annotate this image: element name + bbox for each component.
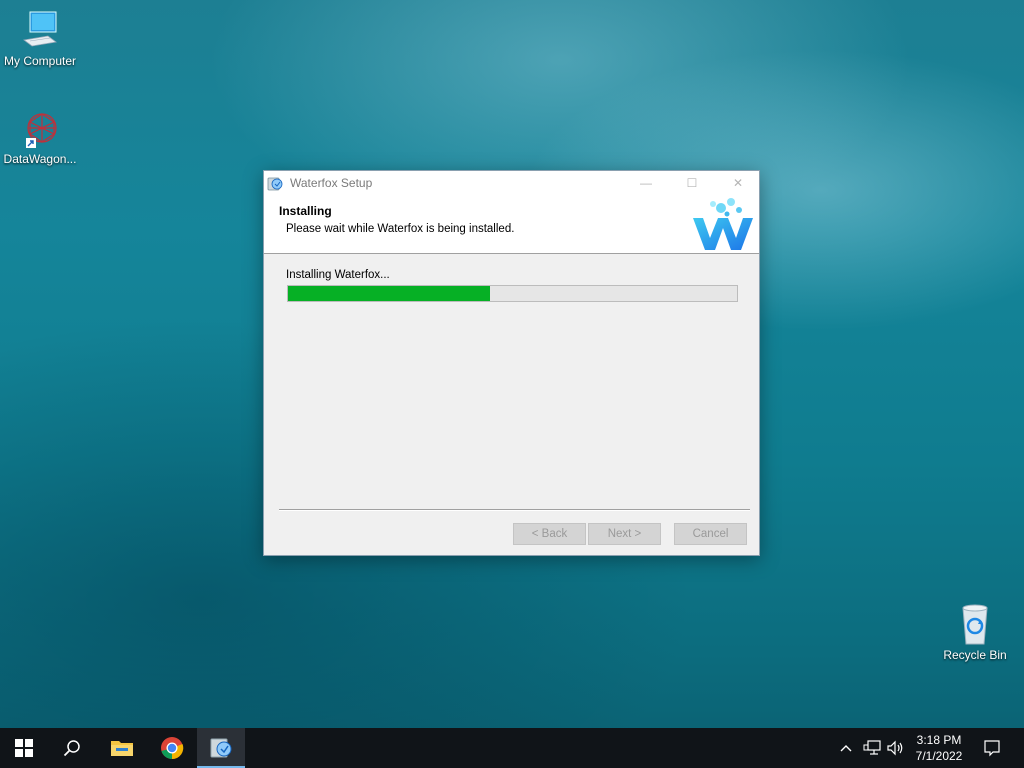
volume-icon[interactable]: [884, 728, 906, 768]
install-progress-bar: [287, 285, 738, 302]
search-icon[interactable]: [48, 728, 96, 768]
datawagon-shortcut-icon: [16, 106, 64, 150]
install-status-text: Installing Waterfox...: [286, 269, 390, 281]
header-title: Installing: [279, 204, 332, 218]
next-button[interactable]: Next >: [588, 523, 661, 545]
recycle-bin-icon: [951, 602, 999, 646]
title-bar[interactable]: Waterfox Setup — ☐ ✕: [264, 171, 759, 194]
start-icon[interactable]: [0, 728, 48, 768]
file-explorer-icon[interactable]: [98, 728, 146, 768]
waterfox-logo-icon: [687, 194, 759, 254]
setup-app-icon: [267, 175, 283, 191]
desktop-icon-datawagon[interactable]: DataWagon...: [0, 106, 80, 166]
network-icon[interactable]: [860, 728, 884, 768]
header-subtitle: Please wait while Waterfox is being inst…: [286, 223, 515, 235]
desktop-icon-label: Recycle Bin: [943, 648, 1007, 662]
setup-dialog: Waterfox Setup — ☐ ✕ Installing Please w…: [263, 170, 760, 556]
divider: [279, 509, 750, 511]
desktop-icon-label: My Computer: [3, 54, 77, 68]
desktop-icon-label: DataWagon...: [3, 152, 77, 166]
dialog-header: Installing Please wait while Waterfox is…: [264, 194, 759, 254]
clock-time: 3:18 PM: [916, 733, 962, 747]
close-button[interactable]: ✕: [715, 171, 761, 194]
window-title: Waterfox Setup: [290, 175, 373, 190]
minimize-button[interactable]: —: [623, 171, 669, 194]
clock-date: 7/1/2022: [915, 749, 963, 763]
chevron-up-icon[interactable]: [836, 728, 856, 768]
desktop-icon-my-computer[interactable]: My Computer: [0, 8, 80, 68]
desktop-icon-recycle-bin[interactable]: Recycle Bin: [935, 602, 1015, 662]
back-button[interactable]: < Back: [513, 523, 586, 545]
clock[interactable]: 3:18 PM 7/1/2022: [904, 732, 974, 764]
maximize-button[interactable]: ☐: [669, 171, 715, 194]
computer-icon: [16, 8, 64, 52]
taskbar: 3:18 PM 7/1/2022: [0, 728, 1024, 768]
chrome-icon[interactable]: [148, 728, 196, 768]
notification-icon[interactable]: [976, 728, 1008, 768]
waterfox-setup-icon[interactable]: [197, 728, 245, 768]
cancel-button[interactable]: Cancel: [674, 523, 747, 545]
progress-fill: [288, 286, 491, 301]
